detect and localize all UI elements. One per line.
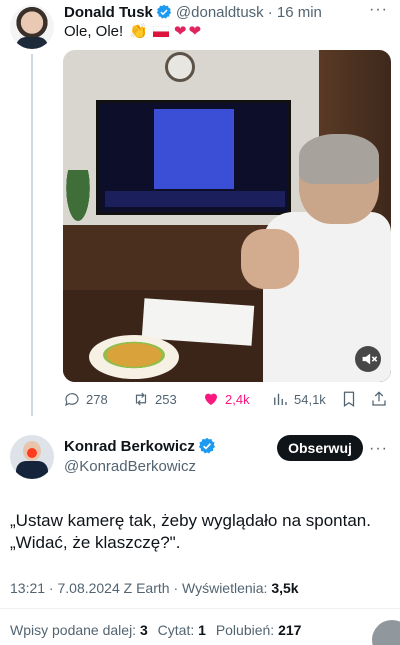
verified-badge-icon bbox=[198, 437, 215, 454]
views-count: 54,1k bbox=[294, 391, 326, 407]
repost-count: 253 bbox=[155, 391, 177, 407]
verified-badge-icon bbox=[156, 4, 172, 19]
author-name-row: Konrad Berkowicz bbox=[64, 437, 220, 455]
tweet-text-line: „Widać, że klaszczę?". bbox=[10, 533, 181, 552]
share-button[interactable] bbox=[370, 390, 388, 408]
like-count: 2,4k bbox=[225, 391, 250, 407]
reply-count: 278 bbox=[86, 391, 108, 407]
video-media[interactable] bbox=[63, 50, 391, 382]
quoted-time[interactable]: · 16 min bbox=[268, 4, 322, 21]
quoted-author-handle[interactable]: @donaldtusk bbox=[176, 4, 264, 21]
poland-flag-icon bbox=[152, 25, 169, 37]
thread-line bbox=[31, 54, 33, 416]
quoted-tweet-text: Ole, Ole! 👏 ❤ ❤ bbox=[64, 22, 201, 40]
quotes-value: 1 bbox=[198, 622, 206, 638]
food bbox=[99, 340, 169, 370]
clap-hands-icon: 👏 bbox=[129, 22, 148, 40]
quoted-more-icon[interactable]: ··· bbox=[369, 1, 388, 19]
views-bar-chart-icon bbox=[274, 393, 287, 405]
views-button[interactable]: 54,1k bbox=[271, 390, 326, 408]
red-heart-icon: ❤ bbox=[188, 22, 202, 40]
quotes-stat[interactable]: Cytat: 1 bbox=[158, 622, 206, 638]
more-options-icon[interactable]: ··· bbox=[369, 440, 388, 458]
follow-button[interactable]: Obserwuj bbox=[277, 435, 363, 461]
man-watching bbox=[241, 134, 391, 382]
tweet-text-line: „Ustaw kamerę tak, żeby wyglądało na spo… bbox=[10, 511, 371, 530]
likes-label: Polubień: bbox=[215, 622, 279, 638]
quotes-label: Cytat: bbox=[157, 622, 199, 638]
repost-button[interactable]: 253 bbox=[132, 390, 177, 408]
tweet-text: „Ustaw kamerę tak, żeby wyglądało na spo… bbox=[10, 510, 390, 554]
like-button[interactable]: 2,4k bbox=[202, 390, 250, 408]
share-icon bbox=[372, 391, 386, 406]
repost-icon bbox=[135, 392, 147, 406]
tusk-avatar[interactable] bbox=[10, 5, 54, 49]
reposts-label: Wpisy podane dalej: bbox=[10, 622, 140, 638]
floating-action-button[interactable] bbox=[372, 620, 400, 645]
wall-clock bbox=[165, 52, 195, 82]
quoted-text: Ole, Ole! bbox=[64, 22, 124, 40]
quoted-action-bar: 278 253 2,4k 54,1k bbox=[63, 388, 393, 412]
bookmark-button[interactable] bbox=[340, 390, 358, 408]
likes-stat[interactable]: Polubień: 217 bbox=[216, 622, 302, 638]
red-heart-icon: ❤ bbox=[173, 22, 187, 40]
author-name[interactable]: Konrad Berkowicz bbox=[64, 438, 195, 455]
heart-filled-icon bbox=[205, 393, 217, 405]
reply-button[interactable]: 278 bbox=[63, 390, 108, 408]
reposts-stat[interactable]: Wpisy podane dalej: 3 bbox=[10, 622, 148, 638]
berkowicz-avatar[interactable] bbox=[10, 435, 54, 479]
reply-icon bbox=[65, 393, 79, 407]
plant bbox=[63, 170, 93, 230]
author-handle[interactable]: @KonradBerkowicz bbox=[64, 458, 196, 475]
bookmark-icon bbox=[343, 391, 355, 407]
reposts-value: 3 bbox=[139, 622, 148, 638]
timestamp-source[interactable]: 13:21 · 7.08.2024 Z Earth · Wyświetlenia… bbox=[10, 580, 271, 596]
divider bbox=[0, 608, 400, 609]
quoted-author-name[interactable]: Donald Tusk bbox=[64, 4, 153, 21]
tweet-meta: 13:21 · 7.08.2024 Z Earth · Wyświetlenia… bbox=[10, 580, 299, 596]
engagement-stats: Wpisy podane dalej: 3 Cytat: 1 Polubień:… bbox=[10, 622, 301, 638]
quoted-tweet-header: Donald Tusk @donaldtusk · 16 min bbox=[64, 2, 322, 22]
likes-value: 217 bbox=[278, 622, 302, 638]
mute-icon[interactable] bbox=[355, 346, 381, 372]
view-count: 3,5k bbox=[271, 580, 299, 596]
